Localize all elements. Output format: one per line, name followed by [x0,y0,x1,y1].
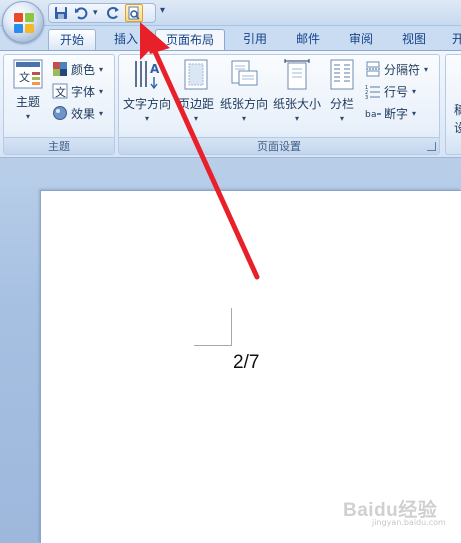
colors-icon [53,62,67,76]
chevron-down-icon: ▾ [339,114,344,123]
orientation-button[interactable]: 纸张方向 ▾ [219,59,269,123]
tab-references[interactable]: 引用 [235,29,275,50]
theme-fonts-button[interactable]: 文 字体 ▾ [52,81,103,101]
page-setup-group-label: 页面设置 [119,137,439,154]
customize-qat-icon[interactable]: ▾ [160,5,165,16]
columns-label: 分栏 [329,97,354,111]
hyphenation-button[interactable]: b a 断字 ▾ [365,103,416,123]
margin-corner-marker [231,308,232,345]
margins-label: 页边距 [177,97,214,111]
redo-icon[interactable] [105,5,121,21]
tab-home[interactable]: 开始 [48,29,96,50]
page-size-label: 纸张大小 [272,97,321,111]
line-numbers-button[interactable]: 123 行号 ▾ [365,81,416,101]
office-logo-icon [14,13,34,33]
columns-icon [330,59,354,90]
office-button[interactable] [2,1,44,43]
margins-icon [184,59,208,90]
ribbon-tabs: 开始 插入 页面布局 引用 邮件 审阅 视图 开 [0,26,461,51]
tab-view[interactable]: 视图 [393,29,435,50]
chevron-down-icon: ▾ [144,114,149,123]
truncated-label-2: 设 [454,120,461,135]
theme-group-label: 主题 [4,137,114,154]
themes-button[interactable]: 文 主题 ▾ [10,59,46,121]
tab-insert[interactable]: 插入 [104,29,148,50]
margins-button[interactable]: 页边距 ▾ [177,59,215,123]
fonts-label: 字体 [71,84,96,99]
text-direction-label: 文字方向 [122,97,171,111]
page-setup-group: A 文字方向 ▾ 页边距 ▾ 纸张方向 ▾ 纸张大小 ▾ 分栏 ▾ 分隔符 ▾ … [118,54,440,155]
watermark-url: jingyan.baidu.com [372,518,446,527]
hyphenation-icon: b a [365,110,381,120]
dialog-launcher-icon[interactable] [427,142,436,151]
themes-label: 主题 [15,95,40,109]
margin-corner-marker [194,345,232,346]
breaks-label: 分隔符 [384,62,421,77]
svg-text:文: 文 [19,70,30,84]
truncated-group: 稿 设 [445,54,461,155]
line-numbers-icon: 123 [365,85,380,99]
fonts-icon: 文 [52,83,68,99]
chevron-down-icon: ▾ [241,114,246,123]
chevron-down-icon: ▾ [294,114,299,123]
quick-access-toolbar: ▾ [48,3,156,23]
text-direction-icon: A [135,61,160,90]
breaks-button[interactable]: 分隔符 ▾ [365,59,428,79]
breaks-icon [366,61,380,77]
effects-label: 效果 [71,106,96,121]
page-size-icon [284,59,310,90]
theme-effects-button[interactable]: 效果 ▾ [52,103,103,123]
svg-text:文: 文 [55,85,66,99]
chevron-down-icon: ▾ [25,112,30,121]
document-workspace [0,158,461,543]
print-preview-icon[interactable] [125,4,143,22]
tab-developer[interactable]: 开 [448,29,461,50]
line-numbers-label: 行号 [384,84,409,99]
svg-text:A: A [150,62,160,76]
page-size-button[interactable]: 纸张大小 ▾ [271,59,323,123]
colors-label: 颜色 [71,62,96,77]
text-direction-button[interactable]: A 文字方向 ▾ [121,59,173,123]
tab-page-layout[interactable]: 页面布局 [155,29,225,51]
save-icon[interactable] [53,5,69,21]
ribbon: 文 主题 ▾ 颜色 ▾ 文 字体 ▾ 效果 ▾ 主题 A 文字方向 ▾ 页边距 … [0,50,461,158]
tab-mailings[interactable]: 邮件 [287,29,329,50]
theme-colors-button[interactable]: 颜色 ▾ [52,59,103,79]
theme-group: 文 主题 ▾ 颜色 ▾ 文 字体 ▾ 效果 ▾ 主题 [3,54,115,155]
themes-icon: 文 [13,59,43,89]
svg-text:3: 3 [365,95,368,99]
effects-icon [53,106,67,120]
truncated-label-1: 稿 [454,102,461,117]
title-bar: ▾ ▾ [0,0,461,43]
page-counter-annotation: 2/7 [233,352,260,373]
svg-text:a: a [371,110,377,120]
columns-button[interactable]: 分栏 ▾ [327,59,357,123]
undo-dropdown-icon[interactable]: ▾ [93,8,101,18]
orientation-icon [231,60,258,86]
tab-review[interactable]: 审阅 [340,29,382,50]
undo-icon[interactable] [73,5,89,21]
orientation-label: 纸张方向 [219,97,268,111]
chevron-down-icon: ▾ [193,114,198,123]
hyphenation-label: 断字 [384,106,409,121]
